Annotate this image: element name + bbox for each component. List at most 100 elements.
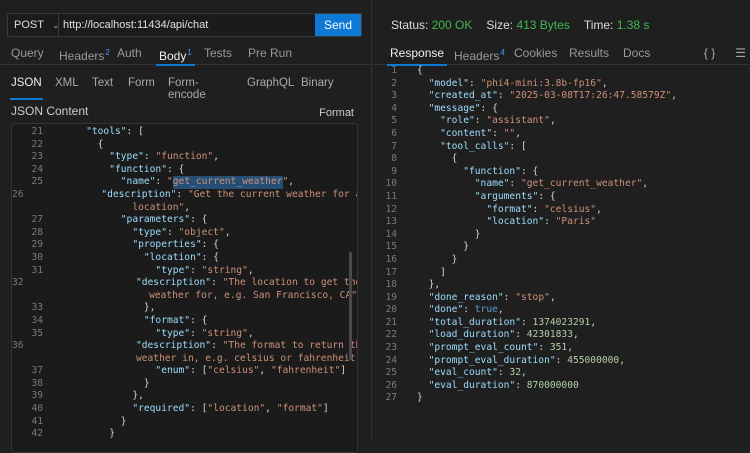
line-number: 38 [31, 377, 43, 389]
code-line: 22 "load_duration": 42301833, [373, 329, 677, 342]
code-line: 14 } [373, 229, 677, 242]
tab-body[interactable]: Body1 [156, 44, 195, 66]
code-token: : [544, 216, 556, 228]
tab-query[interactable]: Query [11, 44, 44, 65]
code-token: "model" [428, 77, 469, 89]
braces-icon[interactable]: { } [704, 46, 715, 60]
code-line: 28 "type": "object", [12, 227, 357, 240]
line-number: 4 [391, 102, 397, 114]
body-type-graphql[interactable]: GraphQL [247, 77, 294, 95]
code-token: }, [143, 302, 156, 314]
code-token: "function" [109, 163, 167, 175]
code-line: 5 "role": "assistant", [373, 115, 677, 128]
method-select[interactable]: POST ⌄ [8, 14, 60, 36]
line-number: 25 [385, 367, 397, 379]
code-token: 32 [509, 367, 521, 379]
line-number: 22 [31, 138, 43, 150]
body-type-xml[interactable]: XML [55, 77, 79, 95]
url-bar: POST ⌄ http://localhost:11434/api/chat Se… [7, 13, 362, 37]
code-token: : { [520, 165, 539, 177]
code-line: 16 } [373, 254, 677, 267]
code-token: "type" [132, 226, 167, 238]
code-token: { [417, 65, 423, 76]
code-token: : { [538, 190, 556, 202]
code-token: }, [428, 279, 441, 291]
code-token: "fahrenheit" [270, 365, 341, 377]
tab-cookies[interactable]: Cookies [514, 44, 557, 65]
code-line: 40 "required": ["location", "format"] [12, 403, 357, 416]
code-line: 34 "format": { [12, 315, 357, 328]
code-line: 22 { [12, 139, 357, 152]
line-number: 17 [385, 266, 397, 278]
format-button[interactable]: Format [319, 107, 354, 119]
line-number: 29 [31, 239, 43, 251]
body-type-json[interactable]: JSON [10, 77, 43, 100]
code-line: 7 "tool_calls": [ [373, 141, 677, 154]
send-button[interactable]: Send [315, 14, 361, 36]
line-number: 20 [385, 304, 397, 316]
code-line: weather in, e.g. celsius or fahrenheit", [12, 353, 357, 366]
code-token: 1374023291 [532, 316, 591, 328]
code-token: ] [440, 266, 446, 278]
tab-headers[interactable]: Headers4 [454, 44, 505, 65]
scrollbar[interactable] [349, 252, 352, 360]
tab-results[interactable]: Results [569, 44, 609, 65]
tab-tests[interactable]: Tests [204, 44, 232, 65]
code-line: 26 "eval_duration": 870000000 [373, 380, 677, 393]
status-value: 200 OK [431, 18, 473, 32]
json-editor[interactable]: 21 "tools": [22 {23 "type": "function", 2… [11, 123, 358, 453]
code-token: } [474, 228, 481, 240]
code-token: : [155, 176, 167, 188]
code-line: 23 "prompt_eval_count": 351, [373, 342, 677, 355]
body-type-binary[interactable]: Binary [301, 77, 334, 95]
code-line: 19 "done_reason": "stop", [373, 292, 677, 305]
code-line: 24 "prompt_eval_duration": 455000000, [373, 355, 677, 368]
code-line: 41 } [12, 416, 357, 429]
code-token: "function" [155, 151, 214, 163]
code-token: "arguments" [474, 190, 539, 202]
code-token: : [497, 367, 510, 379]
tab-headers[interactable]: Headers2 [59, 44, 110, 65]
code-token: true [474, 304, 498, 316]
line-number: 27 [31, 214, 43, 226]
code-token: 351 [549, 342, 568, 354]
tab-auth[interactable]: Auth [117, 44, 142, 65]
code-token: , [642, 178, 649, 190]
code-token: "location" [486, 216, 545, 228]
tab-label: Headers [454, 49, 500, 63]
line-number: 40 [31, 403, 43, 415]
code-token: "done_reason" [428, 291, 504, 303]
line-number: 32 [12, 277, 24, 289]
code-token: : [538, 342, 550, 354]
code-token: "message" [428, 102, 481, 114]
code-line: 9 "function": { [373, 166, 677, 179]
code-token: location" [132, 201, 185, 213]
url-input[interactable]: http://localhost:11434/api/chat [59, 14, 315, 36]
tab-badge: 2 [105, 48, 110, 57]
code-line: 36 "description": "The format to return … [12, 340, 357, 353]
body-type-form-encode[interactable]: Form-encode [168, 77, 206, 101]
tab-label: Cookies [514, 46, 558, 60]
code-token: , [567, 342, 573, 354]
code-token: , [619, 354, 625, 366]
code-token: weather in, e.g. celsius or fahrenheit" [135, 352, 358, 364]
code-token: } [120, 415, 127, 427]
code-token: "celsius" [207, 365, 260, 377]
code-token: } [451, 253, 458, 265]
code-token: : [532, 203, 545, 215]
code-token: weather for, e.g. San Francisco, CA" [149, 289, 357, 301]
body-type-text[interactable]: Text [92, 77, 113, 95]
tab-pre-run[interactable]: Pre Run [248, 44, 292, 65]
body-type-form[interactable]: Form [128, 77, 155, 95]
line-number: 10 [385, 178, 397, 190]
code-token: , [671, 90, 677, 102]
tab-docs[interactable]: Docs [623, 44, 650, 65]
code-token: : [515, 329, 527, 341]
line-number: 2 [391, 77, 397, 89]
line-number: 11 [385, 190, 397, 202]
code-token: "location" [143, 251, 202, 263]
code-token: "2025-03-08T17:26:47.58579Z" [509, 90, 672, 102]
menu-icon[interactable]: ☰ [735, 46, 746, 60]
tab-response[interactable]: Response [386, 44, 448, 66]
code-token: "tool_calls" [440, 140, 510, 152]
